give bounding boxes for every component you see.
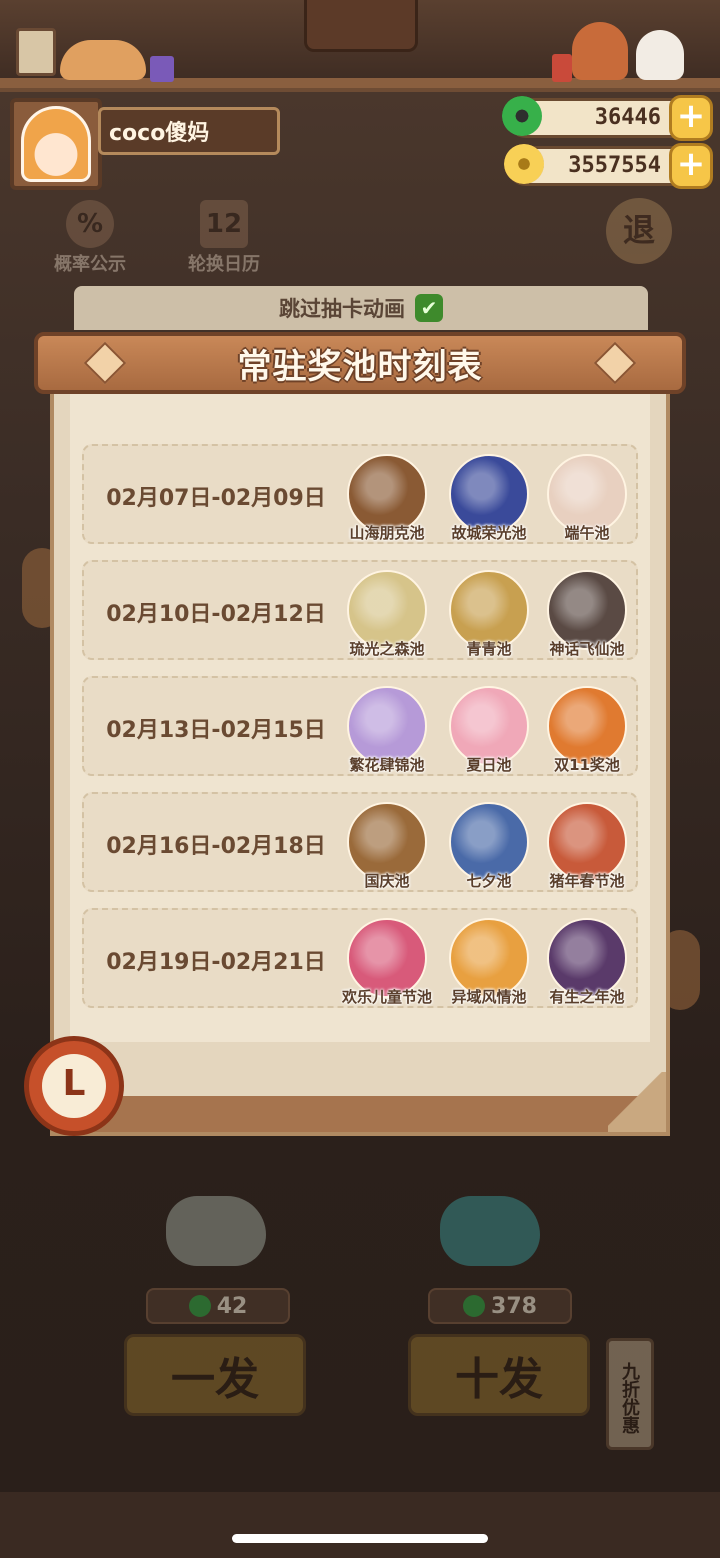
discount-tag: 九折优惠 (606, 1338, 654, 1450)
pool-item[interactable]: 夏日池 (448, 686, 530, 776)
pool-item[interactable]: 有生之年池 (546, 918, 628, 1008)
calendar-icon: 12 (200, 200, 248, 248)
schedule-row: 02月10日-02月12日 琉光之森池 青青池 神话飞仙池 (82, 560, 638, 660)
red-jar-decoration (552, 54, 572, 82)
pool-name: 夏日池 (466, 756, 512, 774)
pool-name: 欢乐儿童节池 (341, 988, 432, 1006)
teal-fish-icon (440, 1196, 540, 1266)
date-range: 02月10日-02月12日 (106, 602, 326, 627)
alarm-clock-icon: L (24, 1036, 124, 1136)
pool-item[interactable]: 繁花肆锦池 (346, 686, 428, 776)
date-range: 02月07日-02月09日 (106, 486, 326, 511)
rotation-calendar-button[interactable]: 12 轮换日历 (178, 200, 270, 275)
pool-name: 猪年春节池 (549, 872, 625, 890)
date-range: 02月19日-02月21日 (106, 950, 326, 975)
pool-name: 繁花肆锦池 (349, 756, 425, 774)
date-range: 02月13日-02月15日 (106, 718, 326, 743)
percent-icon: % (66, 200, 114, 248)
banner-ornament-left (83, 341, 127, 385)
pool-item[interactable]: 双11奖池 (546, 686, 628, 776)
pool-name: 琉光之森池 (349, 640, 425, 658)
home-indicator[interactable] (232, 1534, 488, 1543)
pool-item[interactable]: 七夕池 (448, 802, 530, 892)
schedule-row: 02月19日-02月21日 欢乐儿童节池 异域风情池 有生之年池 (82, 908, 638, 1008)
pool-name: 国庆池 (364, 872, 410, 890)
pool-item[interactable]: 山海朋克池 (346, 454, 428, 544)
jade-icon (188, 1295, 211, 1317)
checkbox-checked-icon[interactable]: ✔ (415, 294, 443, 322)
add-jade-button[interactable]: + (669, 95, 713, 141)
pool-item[interactable]: 故城荣光池 (448, 454, 530, 544)
floor (0, 1492, 720, 1558)
book-decoration (150, 56, 174, 82)
coin-icon (504, 144, 544, 184)
schedule-list: 02月07日-02月09日 山海朋克池 故城荣光池 端午池 02月10日-02月… (82, 444, 638, 1024)
shopkeeper-girl-decoration (572, 22, 628, 80)
coin-amount: 3557554 (568, 153, 661, 178)
pool-item[interactable]: 欢乐儿童节池 (342, 918, 432, 1008)
sleeping-cat-decoration (60, 40, 146, 80)
scroll-bottom-roll (54, 1096, 666, 1132)
clock-face: L (42, 1054, 106, 1118)
hanging-raccoon-sign (304, 0, 418, 52)
jade-amount: 36446 (594, 105, 661, 130)
ten-draw-cost-value: 378 (491, 1293, 537, 1319)
player-name: coco傻妈 (98, 107, 280, 155)
pool-item[interactable]: 国庆池 (346, 802, 428, 892)
avatar-portrait (21, 106, 91, 182)
jade-icon (502, 96, 542, 136)
date-range: 02月16日-02月18日 (106, 834, 326, 859)
pool-name: 故城荣光池 (451, 524, 527, 542)
banner-ornament-right (593, 341, 637, 385)
gray-fish-icon (166, 1196, 266, 1266)
modal-title: 常驻奖池时刻表 (237, 346, 483, 387)
pool-item[interactable]: 青青池 (448, 570, 530, 660)
exit-button[interactable]: 退 (606, 198, 672, 264)
pool-item[interactable]: 神话飞仙池 (546, 570, 628, 660)
pool-name: 异域风情池 (451, 988, 527, 1006)
jade-icon (463, 1295, 486, 1317)
white-cat-decoration (636, 30, 684, 80)
pool-name: 山海朋克池 (349, 524, 425, 542)
pool-item[interactable]: 异域风情池 (448, 918, 530, 1008)
wall-frame-decoration (16, 28, 56, 76)
single-draw-cost-value: 42 (216, 1293, 248, 1319)
single-draw-button[interactable]: 一发 (124, 1334, 306, 1416)
pool-name: 有生之年池 (549, 988, 625, 1006)
pool-name: 端午池 (564, 524, 610, 542)
schedule-row: 02月13日-02月15日 繁花肆锦池 夏日池 双11奖池 (82, 676, 638, 776)
schedule-row: 02月07日-02月09日 山海朋克池 故城荣光池 端午池 (82, 444, 638, 544)
modal-title-banner: 常驻奖池时刻表 (34, 332, 686, 394)
rotation-calendar-label: 轮换日历 (188, 254, 260, 275)
probability-label: 概率公示 (54, 254, 126, 275)
single-draw-cost: 42 (146, 1288, 290, 1324)
player-avatar[interactable] (10, 98, 102, 190)
add-coins-button[interactable]: + (669, 143, 713, 189)
skip-animation-label: 跳过抽卡动画 (279, 297, 405, 321)
ten-draw-button[interactable]: 十发 (408, 1334, 590, 1416)
pool-name: 双11奖池 (554, 756, 620, 774)
skip-animation-toggle[interactable]: 跳过抽卡动画 ✔ (74, 286, 648, 330)
ten-draw-cost: 378 (428, 1288, 572, 1324)
pool-name: 七夕池 (466, 872, 512, 890)
scroll-curl-corner (608, 1072, 666, 1132)
pool-item[interactable]: 端午池 (546, 454, 628, 544)
pool-item[interactable]: 猪年春节池 (546, 802, 628, 892)
pool-item[interactable]: 琉光之森池 (346, 570, 428, 660)
probability-button[interactable]: % 概率公示 (44, 200, 136, 275)
pool-name: 青青池 (466, 640, 512, 658)
pool-name: 神话飞仙池 (549, 640, 625, 658)
schedule-row: 02月16日-02月18日 国庆池 七夕池 猪年春节池 (82, 792, 638, 892)
